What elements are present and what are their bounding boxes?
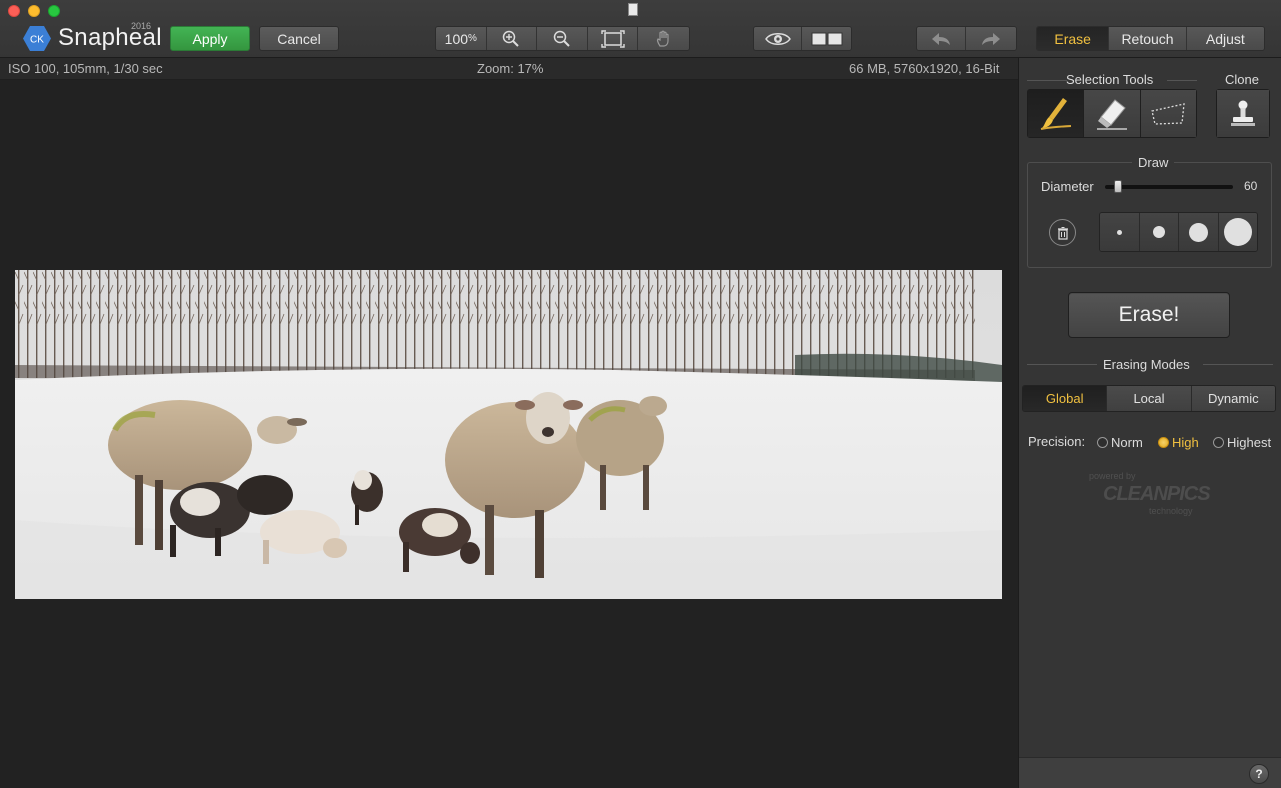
zoom-out-button[interactable] bbox=[537, 27, 588, 50]
split-view-button[interactable] bbox=[802, 27, 851, 50]
photo-sheep-in-snow[interactable] bbox=[15, 270, 1002, 599]
zoom-value: 100 bbox=[444, 30, 469, 47]
svg-text:CK: CK bbox=[30, 35, 44, 46]
diameter-slider[interactable] bbox=[1105, 185, 1233, 189]
clone-label: Clone bbox=[1225, 72, 1259, 87]
split-view-icon bbox=[811, 32, 842, 45]
precision-highest-label: Highest bbox=[1227, 435, 1272, 450]
redo-icon bbox=[982, 32, 1000, 45]
undo-button[interactable] bbox=[917, 27, 967, 50]
technology-text: technology bbox=[1149, 506, 1193, 516]
erasing-modes: Global Local Dynamic bbox=[1022, 385, 1276, 412]
tab-retouch[interactable]: Retouch bbox=[1109, 27, 1187, 50]
view-controls bbox=[753, 26, 852, 51]
precision-high-label: High bbox=[1172, 435, 1199, 450]
erasing-modes-label: Erasing Modes bbox=[1103, 357, 1190, 372]
tab-erase[interactable]: Erase bbox=[1037, 27, 1110, 50]
dot-icon bbox=[1152, 226, 1165, 238]
precision-highest[interactable]: Highest bbox=[1213, 435, 1271, 450]
precision-norm-label: Norm bbox=[1111, 435, 1143, 450]
mode-dynamic[interactable]: Dynamic bbox=[1191, 386, 1275, 411]
zoom-window-button[interactable] bbox=[48, 5, 60, 17]
panel-bottom-bar: ? bbox=[1019, 757, 1281, 788]
brush-icon bbox=[1040, 97, 1071, 130]
selection-tools-label: Selection Tools bbox=[1066, 72, 1154, 87]
brush-tool-button[interactable] bbox=[1028, 90, 1085, 137]
clone-stamp-button[interactable] bbox=[1217, 90, 1269, 137]
cleanpics-logo: CLEANPICS bbox=[1103, 483, 1211, 505]
diameter-value: 60 bbox=[1244, 179, 1258, 193]
hand-icon bbox=[656, 30, 669, 47]
hand-tool-button[interactable] bbox=[638, 27, 689, 50]
powered-by-text: powered by bbox=[1089, 471, 1136, 481]
divider bbox=[1027, 80, 1067, 81]
undo-icon bbox=[932, 32, 950, 45]
preview-toggle-button[interactable] bbox=[754, 27, 803, 50]
fit-to-screen-button[interactable] bbox=[587, 27, 639, 50]
exif-info: ISO 100, 105mm, 1/30 sec bbox=[8, 61, 163, 76]
radio-selected-icon bbox=[1158, 437, 1169, 448]
apply-button[interactable]: Apply bbox=[170, 26, 250, 51]
file-info: 66 MB, 5760x1920, 16-Bit bbox=[849, 61, 1000, 76]
mode-tabs: Erase Retouch Adjust bbox=[1036, 26, 1265, 51]
trash-icon bbox=[1057, 226, 1068, 240]
zoom-unit: % bbox=[468, 33, 477, 44]
brush-size-small[interactable] bbox=[1100, 213, 1140, 251]
stamp-icon bbox=[1231, 100, 1255, 126]
radio-icon bbox=[1213, 437, 1224, 448]
dot-icon bbox=[1223, 218, 1252, 246]
diameter-label: Diameter bbox=[1041, 179, 1094, 194]
brush-size-medium[interactable] bbox=[1139, 213, 1179, 251]
tab-adjust[interactable]: Adjust bbox=[1186, 27, 1264, 50]
divider bbox=[1027, 364, 1097, 365]
precision-label: Precision: bbox=[1028, 434, 1086, 449]
tools-panel: Selection Tools Clone Draw Diameter 60 E… bbox=[1018, 58, 1281, 788]
clone-tools bbox=[1216, 89, 1270, 138]
zoom-100-button[interactable]: 100% bbox=[436, 27, 487, 50]
brush-size-large[interactable] bbox=[1179, 213, 1219, 251]
dot-icon bbox=[1116, 229, 1122, 235]
eraser-tool-button[interactable] bbox=[1084, 90, 1141, 137]
dot-icon bbox=[1188, 222, 1208, 242]
mode-local[interactable]: Local bbox=[1107, 386, 1192, 411]
eraser-icon bbox=[1096, 98, 1127, 130]
eye-icon bbox=[764, 32, 791, 45]
divider bbox=[1203, 364, 1273, 365]
help-button[interactable]: ? bbox=[1249, 764, 1269, 784]
divider bbox=[1167, 80, 1197, 81]
zoom-level-text: Zoom: 17% bbox=[477, 61, 544, 76]
mode-global[interactable]: Global bbox=[1023, 386, 1108, 411]
brush-size-xlarge[interactable] bbox=[1218, 213, 1257, 251]
image-info-bar: ISO 100, 105mm, 1/30 sec Zoom: 17% 66 MB… bbox=[0, 58, 1018, 80]
radio-icon bbox=[1097, 437, 1108, 448]
precision-high[interactable]: High bbox=[1158, 435, 1199, 450]
app-year: 2016 bbox=[131, 21, 152, 31]
draw-label: Draw bbox=[1132, 155, 1175, 170]
lasso-icon bbox=[1151, 102, 1186, 125]
fit-screen-icon bbox=[600, 29, 625, 48]
cancel-button[interactable]: Cancel bbox=[259, 26, 339, 51]
zoom-in-button[interactable] bbox=[486, 27, 538, 50]
lasso-tool-button[interactable] bbox=[1140, 90, 1196, 137]
minimize-window-button[interactable] bbox=[28, 5, 40, 17]
precision-norm[interactable]: Norm bbox=[1097, 435, 1143, 450]
clear-selection-button[interactable] bbox=[1049, 219, 1076, 246]
redo-button[interactable] bbox=[966, 27, 1016, 50]
history-controls bbox=[916, 26, 1017, 51]
erase-button[interactable]: Erase! bbox=[1068, 292, 1230, 338]
main-toolbar: CK Snapheal 2016 Apply Cancel 100% Erase… bbox=[0, 0, 1281, 58]
diameter-slider-handle[interactable] bbox=[1113, 180, 1122, 193]
close-window-button[interactable] bbox=[8, 5, 20, 17]
zoom-controls: 100% bbox=[435, 26, 690, 51]
app-logo-icon: CK bbox=[23, 26, 51, 51]
zoom-out-icon bbox=[553, 30, 570, 47]
brush-size-presets bbox=[1099, 212, 1258, 252]
zoom-in-icon bbox=[503, 30, 520, 47]
selection-tools bbox=[1027, 89, 1197, 138]
document-icon bbox=[628, 3, 638, 16]
